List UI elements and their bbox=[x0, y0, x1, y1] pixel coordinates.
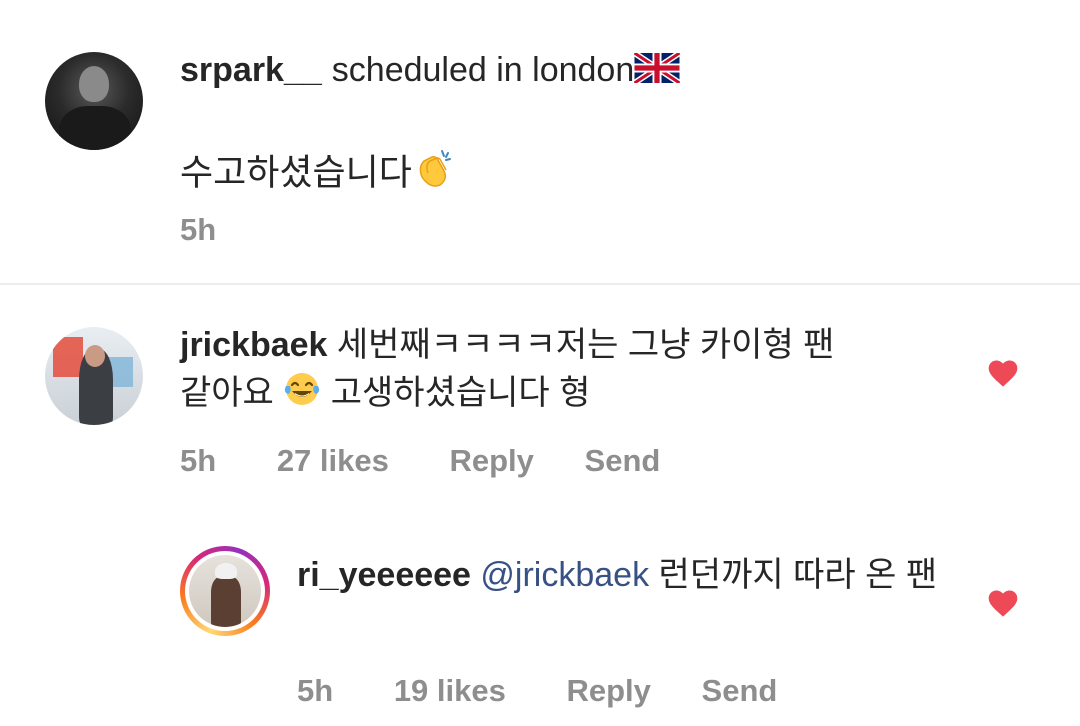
timestamp: 5h bbox=[180, 443, 217, 478]
heart-icon[interactable] bbox=[986, 358, 1020, 388]
caption-location: scheduled in london bbox=[331, 51, 635, 89]
timestamp: 5h bbox=[180, 212, 217, 247]
comment-text: jrickbaek 세번째ㅋㅋㅋㅋ저는 그냥 카이형 팬 같아요 고생하셨습니다… bbox=[180, 321, 960, 421]
avatar[interactable] bbox=[180, 546, 270, 636]
reply-button[interactable]: Reply bbox=[449, 443, 533, 479]
comment-body-1: 세번째ㅋㅋㅋㅋ저는 그냥 카이형 팬 bbox=[336, 326, 835, 364]
heart-icon[interactable] bbox=[986, 588, 1020, 618]
like-count[interactable]: 27 likes bbox=[277, 443, 389, 479]
caption-body: 수고하셨습니다 bbox=[180, 151, 412, 193]
username[interactable]: ri_yeeeeee bbox=[297, 556, 471, 594]
comment-meta: 5h 27 likes Reply Send bbox=[180, 443, 660, 479]
timestamp: 5h bbox=[297, 673, 334, 708]
reply-meta: 5h 19 likes Reply Send bbox=[297, 673, 777, 709]
post-caption: srpark__ scheduled in london 수고하셨습니다 5h bbox=[0, 0, 1080, 283]
like-count[interactable]: 19 likes bbox=[394, 673, 506, 709]
uk-flag-icon bbox=[633, 48, 682, 96]
comment-body-2: 같아요 bbox=[180, 374, 274, 412]
reply-button[interactable]: Reply bbox=[566, 673, 650, 709]
mention-link[interactable]: @jrickbaek bbox=[480, 556, 649, 594]
caption-text: 수고하셨습니다 bbox=[180, 147, 456, 203]
caption-meta: 5h bbox=[180, 212, 216, 248]
reply-body: 런던까지 따라 온 팬 bbox=[658, 556, 938, 594]
username[interactable]: jrickbaek bbox=[180, 326, 327, 364]
tears-of-joy-icon bbox=[283, 370, 321, 421]
reply-text: ri_yeeeeee @jrickbaek 런던까지 따라 온 팬 bbox=[297, 551, 967, 599]
send-button[interactable]: Send bbox=[702, 673, 778, 709]
avatar[interactable] bbox=[45, 52, 143, 150]
divider bbox=[0, 283, 1080, 285]
clapping-hands-icon bbox=[412, 147, 456, 203]
send-button[interactable]: Send bbox=[585, 443, 661, 479]
comment-body-3: 고생하셨습니다 형 bbox=[330, 374, 591, 412]
caption-header: srpark__ scheduled in london bbox=[180, 46, 1040, 96]
username[interactable]: srpark__ bbox=[180, 51, 322, 89]
avatar[interactable] bbox=[45, 327, 143, 425]
